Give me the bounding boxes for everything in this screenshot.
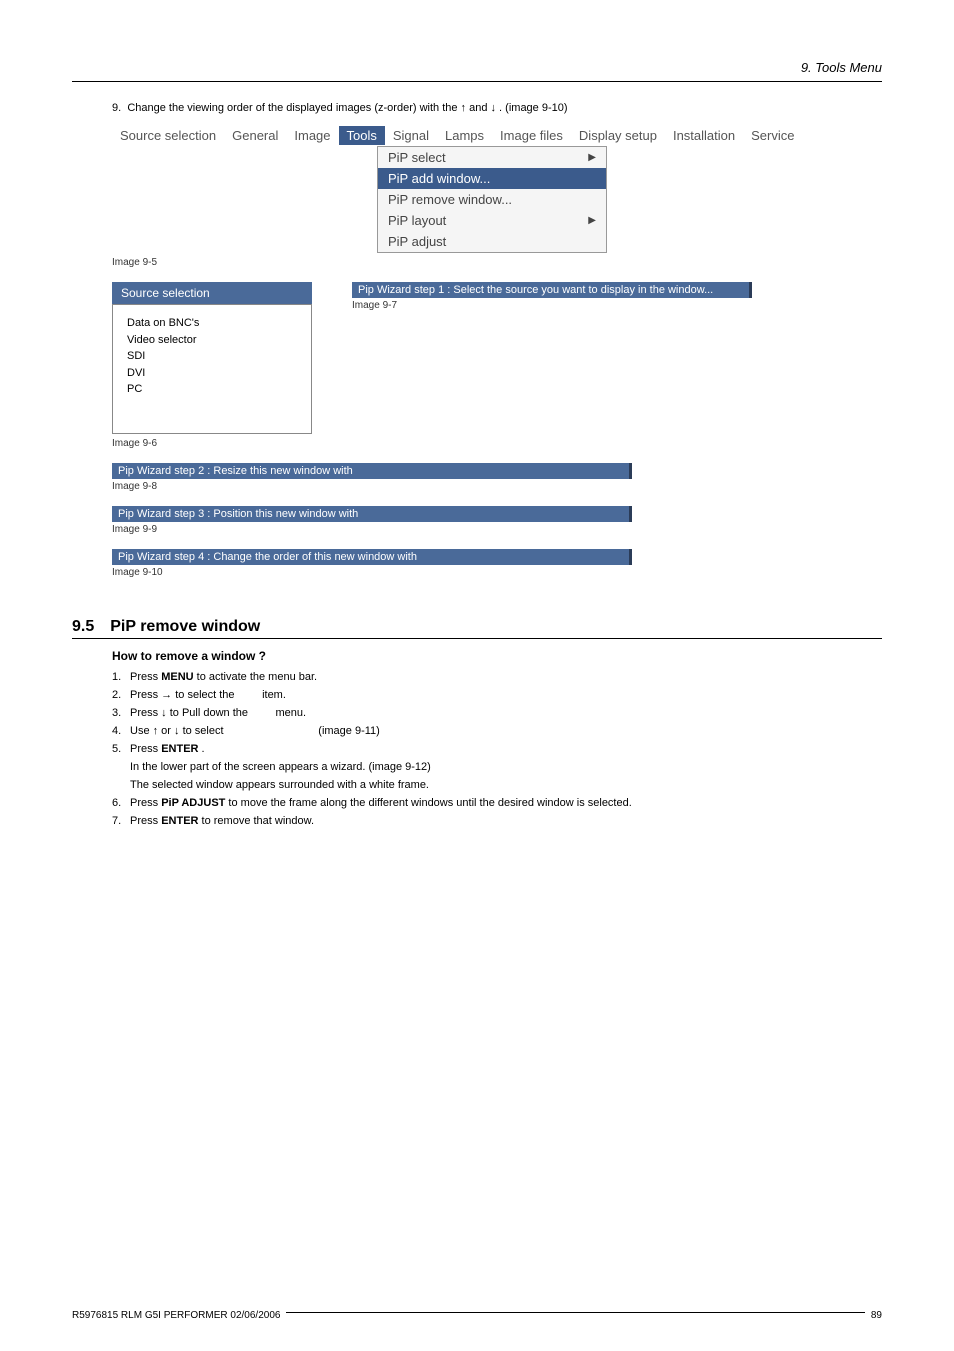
step-text: to move the frame along the different wi… xyxy=(225,797,631,809)
step-text: to activate the menu bar. xyxy=(194,671,318,683)
wizard-step4-text: Pip Wizard step 4 : Change the order of … xyxy=(118,551,417,563)
section-number: 9.5 xyxy=(72,618,94,636)
step-text: to remove that window. xyxy=(198,815,314,827)
step-num: 1. xyxy=(112,671,130,683)
source-selection-box: Source selection Data on BNC's Video sel… xyxy=(112,282,312,434)
menu-display-setup[interactable]: Display setup xyxy=(571,126,665,145)
menu-tools[interactable]: Tools xyxy=(339,126,385,145)
source-selection-title: Source selection xyxy=(112,282,312,304)
steps-list-cont: 6. Press PiP ADJUST to move the frame al… xyxy=(112,797,882,827)
intro-step-text: Change the viewing order of the displaye… xyxy=(127,102,567,114)
menu-source-selection[interactable]: Source selection xyxy=(112,126,224,145)
intro-step: 9. Change the viewing order of the displ… xyxy=(112,102,882,114)
src-item[interactable]: DVI xyxy=(127,365,297,382)
caption-9-5: Image 9-5 xyxy=(112,257,882,268)
dd-pip-add-window[interactable]: PiP add window... xyxy=(378,168,606,189)
step-4: 4. Use ↑ or ↓ to select (image 9-11) xyxy=(112,725,882,737)
caption-9-9: Image 9-9 xyxy=(112,524,882,535)
step-text: Press xyxy=(130,743,161,755)
step-text: menu. xyxy=(276,707,307,719)
src-item[interactable]: SDI xyxy=(127,348,297,365)
step-1: 1. Press MENU to activate the menu bar. xyxy=(112,671,882,683)
dd-pip-adjust-label: PiP adjust xyxy=(388,234,446,249)
step-3: 3. Press ↓ to Pull down the menu. xyxy=(112,707,882,719)
step-gap xyxy=(251,707,275,719)
step-text: item. xyxy=(262,689,286,701)
dd-pip-remove-window[interactable]: PiP remove window... xyxy=(378,189,606,210)
step-text: (image 9-11) xyxy=(318,725,380,737)
caption-9-6: Image 9-6 xyxy=(112,438,312,449)
steps-list: 1. Press MENU to activate the menu bar. … xyxy=(112,671,882,755)
step-text: . xyxy=(198,743,204,755)
step-num: 5. xyxy=(112,743,130,755)
footer-rule xyxy=(286,1312,864,1313)
step-7: 7. Press ENTER to remove that window. xyxy=(112,815,882,827)
step-bold: ENTER xyxy=(161,815,198,827)
submenu-arrow-icon: ▶ xyxy=(588,152,596,163)
step-text: Press xyxy=(130,671,161,683)
step-num: 2. xyxy=(112,689,130,701)
dd-pip-layout-label: PiP layout xyxy=(388,213,446,228)
dd-pip-add-window-label: PiP add window... xyxy=(388,171,490,186)
step-num: 7. xyxy=(112,815,130,827)
step-5: 5. Press ENTER . xyxy=(112,743,882,755)
footer-left: R5976815 RLM G5I PERFORMER 02/06/2006 xyxy=(72,1310,280,1321)
step-text: Press xyxy=(130,797,161,809)
footer-page-number: 89 xyxy=(871,1310,882,1321)
src-item[interactable]: PC xyxy=(127,381,297,398)
step-gap xyxy=(227,725,319,737)
step-gap xyxy=(238,689,262,701)
tools-dropdown: PiP select ▶ PiP add window... PiP remov… xyxy=(377,146,607,253)
wizard-step2-bar: Pip Wizard step 2 : Resize this new wind… xyxy=(112,463,632,479)
step-num: 3. xyxy=(112,707,130,719)
source-selection-list: Data on BNC's Video selector SDI DVI PC xyxy=(112,304,312,434)
wizard-step4-bar: Pip Wizard step 4 : Change the order of … xyxy=(112,549,632,565)
step-bold: MENU xyxy=(161,671,193,683)
step-num: 6. xyxy=(112,797,130,809)
step-6: 6. Press PiP ADJUST to move the frame al… xyxy=(112,797,882,809)
src-item[interactable]: Data on BNC's xyxy=(127,315,297,332)
dd-pip-select-label: PiP select xyxy=(388,150,446,165)
wizard-step2-text: Pip Wizard step 2 : Resize this new wind… xyxy=(118,465,353,477)
step-bold: PiP ADJUST xyxy=(161,797,225,809)
submenu-arrow-icon: ▶ xyxy=(588,215,596,226)
caption-9-7: Image 9-7 xyxy=(352,300,882,311)
step-text: Press → to select the xyxy=(130,689,238,701)
step-text: Press xyxy=(130,815,161,827)
step-5-subline-a: In the lower part of the screen appears … xyxy=(130,761,882,773)
caption-9-8: Image 9-8 xyxy=(112,481,882,492)
step-2: 2. Press → to select the item. xyxy=(112,689,882,701)
src-item[interactable]: Video selector xyxy=(127,332,297,349)
wizard-step3-text: Pip Wizard step 3 : Position this new wi… xyxy=(118,508,358,520)
step-num: 4. xyxy=(112,725,130,737)
dd-pip-adjust[interactable]: PiP adjust xyxy=(378,231,606,252)
page-footer: R5976815 RLM G5I PERFORMER 02/06/2006 89 xyxy=(72,1310,882,1321)
section-heading: 9.5 PiP remove window xyxy=(72,618,882,639)
menu-service[interactable]: Service xyxy=(743,126,802,145)
dd-pip-layout[interactable]: PiP layout ▶ xyxy=(378,210,606,231)
menu-general[interactable]: General xyxy=(224,126,286,145)
section-subhead: How to remove a window ? xyxy=(112,649,882,663)
menu-image-files[interactable]: Image files xyxy=(492,126,571,145)
caption-9-10: Image 9-10 xyxy=(112,567,882,578)
wizard-step1-bar: Pip Wizard step 1 : Select the source yo… xyxy=(352,282,752,298)
step-5-subline-b: The selected window appears surrounded w… xyxy=(130,779,882,791)
section-title: PiP remove window xyxy=(110,618,260,636)
dd-pip-remove-window-label: PiP remove window... xyxy=(388,192,512,207)
step-bold: ENTER xyxy=(161,743,198,755)
menu-image[interactable]: Image xyxy=(286,126,338,145)
step-text: Press ↓ to Pull down the xyxy=(130,707,251,719)
menu-installation[interactable]: Installation xyxy=(665,126,743,145)
menubar: Source selection General Image Tools Sig… xyxy=(112,124,882,146)
menu-signal[interactable]: Signal xyxy=(385,126,437,145)
dd-pip-select[interactable]: PiP select ▶ xyxy=(378,147,606,168)
chapter-header: 9. Tools Menu xyxy=(72,60,882,82)
menu-lamps[interactable]: Lamps xyxy=(437,126,492,145)
wizard-step3-bar: Pip Wizard step 3 : Position this new wi… xyxy=(112,506,632,522)
step-text: Use ↑ or ↓ to select xyxy=(130,725,227,737)
intro-step-num: 9. xyxy=(112,102,121,114)
